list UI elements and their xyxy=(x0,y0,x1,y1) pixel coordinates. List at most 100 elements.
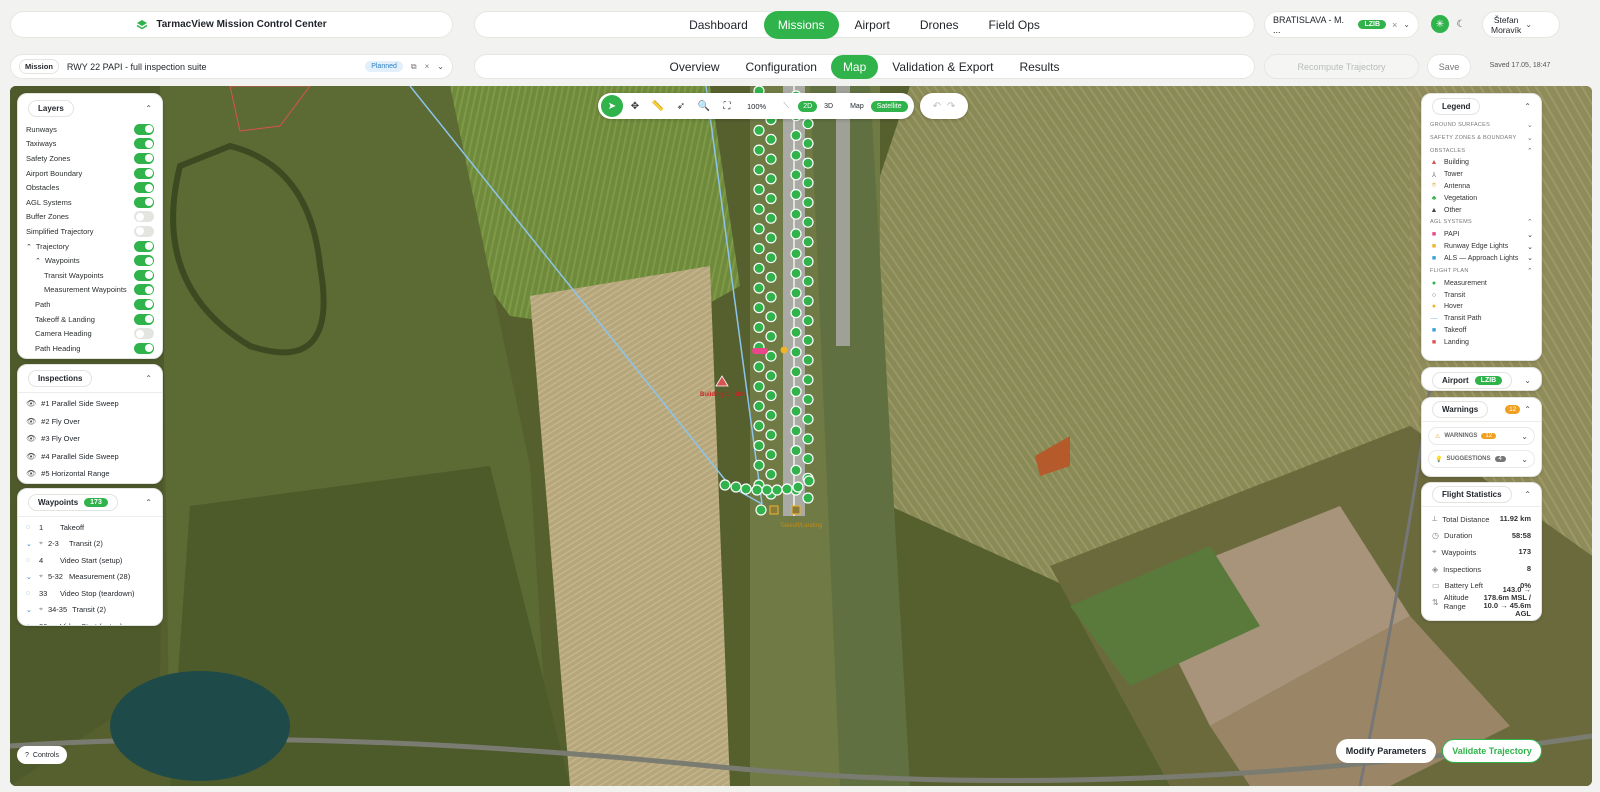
chevron-down-icon[interactable]: ⌄ xyxy=(1527,231,1533,239)
waypoint-marker[interactable] xyxy=(802,354,814,366)
waypoint-marker[interactable] xyxy=(730,481,742,493)
close-icon[interactable]: × xyxy=(425,62,430,71)
chevron-up-icon[interactable]: ⌃ xyxy=(35,258,41,265)
undo-icon[interactable]: ↶ xyxy=(933,101,941,112)
mode-2d-button[interactable]: 2D xyxy=(798,100,818,112)
layer-row[interactable]: Transit Waypoints xyxy=(18,268,162,283)
nav-missions[interactable]: Missions xyxy=(763,10,839,39)
waypoint-marker[interactable] xyxy=(790,307,802,319)
waypoint-marker[interactable] xyxy=(753,302,765,314)
eye-icon[interactable]: 👁 xyxy=(26,434,36,443)
waypoint-marker[interactable] xyxy=(765,429,777,441)
waypoint-marker[interactable] xyxy=(761,484,773,496)
chevron-down-icon[interactable]: ⌄ xyxy=(1527,134,1533,142)
layer-toggle[interactable] xyxy=(134,123,154,135)
waypoint-marker[interactable] xyxy=(753,361,765,373)
chevron-down-icon[interactable]: ⌄ xyxy=(26,573,34,581)
waypoint-marker[interactable] xyxy=(802,433,814,445)
theme-dark-button[interactable]: ☾ xyxy=(1452,15,1470,33)
waypoint-marker[interactable] xyxy=(802,393,814,406)
layer-row[interactable]: AGL Systems xyxy=(18,195,162,210)
waypoint-marker[interactable] xyxy=(790,326,802,338)
modify-parameters-button[interactable]: Modify Parameters xyxy=(1336,739,1436,763)
layer-toggle[interactable] xyxy=(134,284,154,296)
draw-line-icon[interactable]: ⟍ xyxy=(775,95,797,117)
waypoint-marker[interactable] xyxy=(790,169,802,181)
layer-toggle[interactable] xyxy=(134,269,154,281)
validate-trajectory-button[interactable]: Validate Trajectory xyxy=(1442,739,1542,763)
chevron-down-icon[interactable]: ⌄ xyxy=(26,606,34,614)
waypoint-marker[interactable] xyxy=(753,144,765,156)
clear-icon[interactable]: × xyxy=(1392,20,1397,30)
tab-results[interactable]: Results xyxy=(1007,55,1071,79)
chevron-down-icon[interactable]: ⌄ xyxy=(437,62,444,71)
waypoint-marker[interactable] xyxy=(753,282,765,294)
zoom-level[interactable]: 100% xyxy=(739,102,774,111)
waypoint-row[interactable]: ◌ 36 Video Start (setup) xyxy=(18,618,162,625)
layer-toggle[interactable] xyxy=(134,196,154,208)
waypoint-marker[interactable] xyxy=(790,385,802,398)
waypoint-marker[interactable] xyxy=(802,295,814,307)
legend-section-header[interactable]: OBSTACLES ⌃ xyxy=(1422,144,1541,157)
layer-toggle[interactable] xyxy=(134,313,154,325)
waypoint-row[interactable]: ⌄ ⌖ 2-3 Transit (2) xyxy=(18,536,162,553)
layer-toggle[interactable] xyxy=(134,182,154,194)
waypoint-marker[interactable] xyxy=(802,196,814,209)
inspection-item[interactable]: 👁 #3 Fly Over xyxy=(18,430,162,448)
move-tool-icon[interactable]: ✥ xyxy=(624,95,646,117)
redo-icon[interactable]: ↷ xyxy=(947,101,955,112)
satellite-style-button[interactable]: Satellite xyxy=(870,100,908,112)
airport-selector[interactable]: BRATISLAVA - M. ... LZIB × ⌄ xyxy=(1264,11,1419,38)
collapse-icon[interactable]: ⌃ xyxy=(145,104,152,113)
waypoint-marker[interactable] xyxy=(753,164,765,176)
waypoint-marker[interactable] xyxy=(765,271,777,283)
chevron-down-icon[interactable]: ⌄ xyxy=(1527,254,1533,262)
waypoint-marker[interactable] xyxy=(753,262,765,274)
inspection-item[interactable]: 👁 #4 Parallel Side Sweep xyxy=(18,448,162,466)
waypoint-marker[interactable] xyxy=(790,149,802,161)
waypoint-marker[interactable] xyxy=(802,374,814,386)
waypoint-marker[interactable] xyxy=(755,504,767,516)
waypoint-marker[interactable] xyxy=(765,212,777,224)
waypoint-marker[interactable] xyxy=(765,291,777,303)
eye-icon[interactable]: 👁 xyxy=(26,399,36,408)
layer-row[interactable]: Path xyxy=(18,297,162,312)
satellite-map[interactable]: Building 1 - 18m Takeoff/Landing ➤ ✥ 📏 ➶… xyxy=(10,86,1592,786)
waypoint-marker[interactable] xyxy=(771,484,783,496)
layer-toggle[interactable] xyxy=(134,298,154,310)
waypoint-marker[interactable] xyxy=(790,366,802,378)
waypoint-row[interactable]: ◌ 4 Video Start (setup) xyxy=(18,552,162,569)
waypoint-marker[interactable] xyxy=(765,192,777,205)
layer-row[interactable]: Buffer Zones xyxy=(18,210,162,225)
waypoint-marker[interactable] xyxy=(753,321,765,333)
waypoint-marker[interactable] xyxy=(719,479,731,491)
layer-toggle[interactable] xyxy=(134,255,154,267)
collapse-icon[interactable]: ⌃ xyxy=(1524,490,1531,499)
layer-row[interactable]: Taxiways xyxy=(18,137,162,152)
waypoint-row[interactable]: ⌄ ⌖ 34-35 Transit (2) xyxy=(18,602,162,619)
waypoint-marker[interactable] xyxy=(753,243,765,255)
waypoint-marker[interactable] xyxy=(753,380,765,393)
waypoint-marker[interactable] xyxy=(802,216,814,228)
chevron-up-icon[interactable]: ⌃ xyxy=(1527,147,1533,155)
layer-row[interactable]: Takeoff & Landing xyxy=(18,312,162,327)
waypoint-marker[interactable] xyxy=(790,464,802,476)
layer-toggle[interactable] xyxy=(134,167,154,179)
waypoint-marker[interactable] xyxy=(765,449,777,461)
waypoint-marker[interactable] xyxy=(753,459,765,471)
layer-toggle[interactable] xyxy=(134,152,154,164)
waypoint-marker[interactable] xyxy=(781,483,793,495)
waypoint-marker[interactable] xyxy=(802,492,814,504)
waypoint-marker[interactable] xyxy=(740,483,752,495)
waypoint-marker[interactable] xyxy=(753,203,765,215)
chevron-down-icon[interactable]: ⌄ xyxy=(1403,20,1410,29)
waypoint-marker[interactable] xyxy=(790,287,802,299)
mode-3d-button[interactable]: 3D xyxy=(818,101,839,112)
ruler-tool-icon[interactable]: 📏 xyxy=(647,95,669,117)
inspection-item[interactable]: 👁 #5 Horizontal Range xyxy=(18,465,162,483)
nav-field-ops[interactable]: Field Ops xyxy=(975,11,1054,39)
waypoint-marker[interactable] xyxy=(802,256,814,268)
zoom-tool-icon[interactable]: 🔍 xyxy=(693,95,715,117)
layer-toggle[interactable] xyxy=(134,138,154,150)
layer-row[interactable]: Airport Boundary xyxy=(18,166,162,181)
